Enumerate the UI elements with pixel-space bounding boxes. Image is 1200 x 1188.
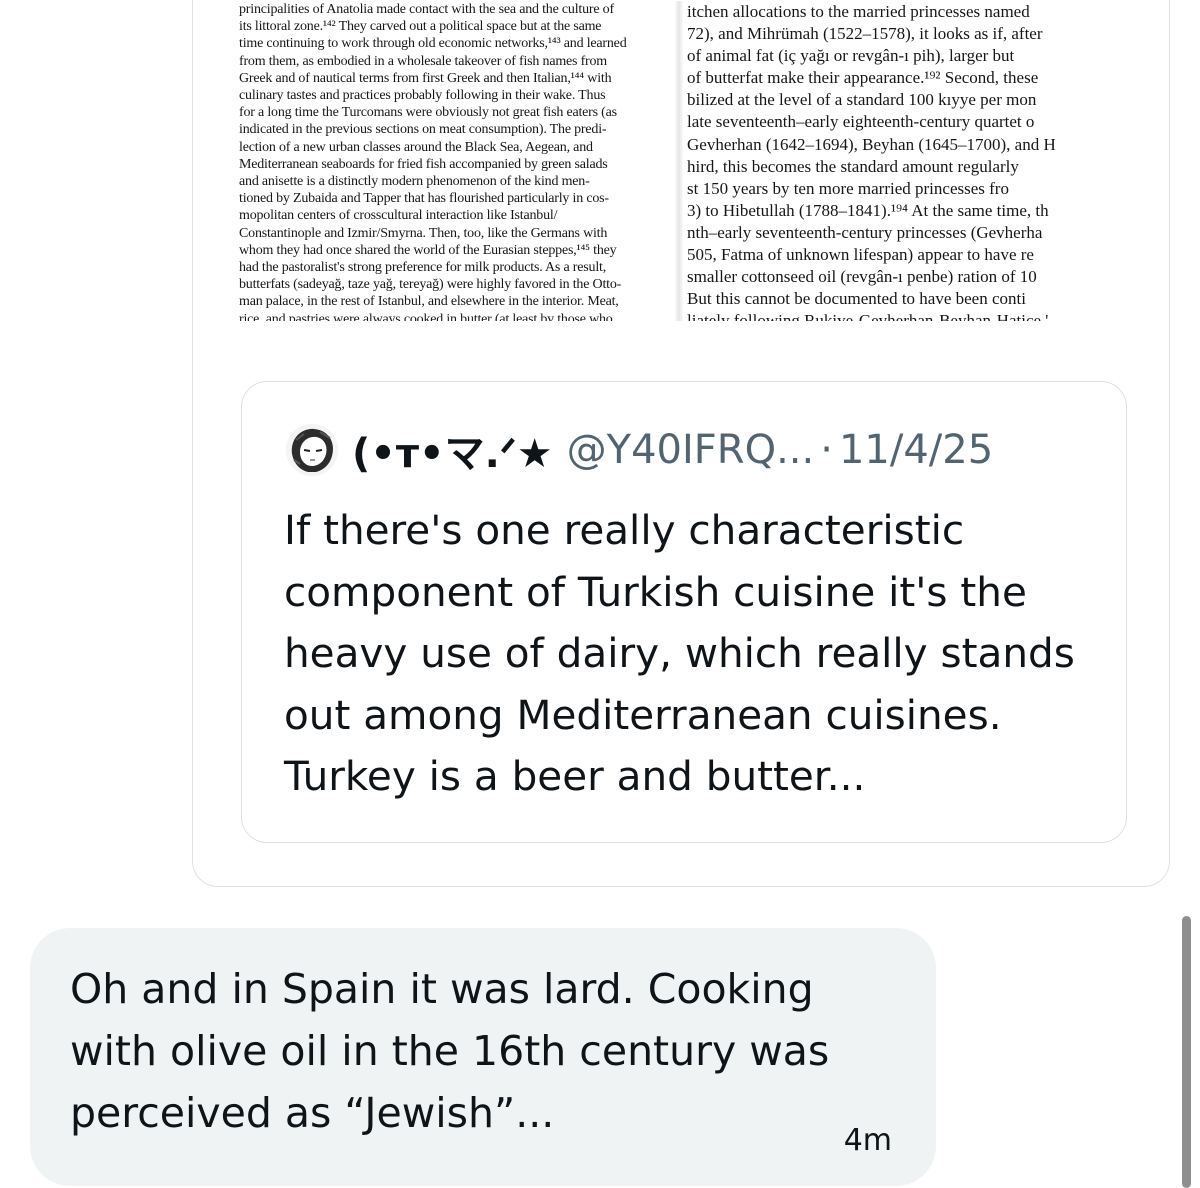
book-text-line: nth–early seventeenth-century princesses… (687, 222, 1043, 242)
quoted-tweet-text: If there's one really characteristic com… (284, 506, 1075, 800)
book-text-line: tioned by Zubaida and Tapper that has fl… (239, 191, 609, 207)
book-text-line: and anisette is a distinctly modern phen… (239, 174, 590, 190)
header-separator: · (820, 427, 833, 473)
book-text-line: 505, Fatma of unknown lifespan) appear t… (687, 245, 1034, 265)
book-text-line: Gevherhan (1642–1694), Beyhan (1645–1700… (687, 134, 1056, 154)
book-gutter (675, 1, 683, 321)
book-text-line: 72), and Mihrümah (1522–1578), it looks … (687, 24, 1043, 44)
book-text-line: Constantinople and Izmir/Smyrna. Then, t… (239, 225, 608, 241)
book-left-column: principalities of Anatolia made contact … (239, 1, 669, 321)
book-text-line: itchen allocations to the married prince… (687, 2, 1030, 21)
message-text: Oh and in Spain it was lard. Cooking wit… (70, 965, 830, 1137)
book-text-line: st 150 years by ten more married princes… (687, 178, 1009, 198)
book-text-line: principalities of Anatolia made contact … (239, 2, 614, 17)
quoted-tweet-card[interactable]: (•ᴛ•マ.ᐟ★ @Y40IFRQ... · 11/4/25 If there'… (241, 381, 1127, 843)
message-bubble[interactable]: Oh and in Spain it was lard. Cooking wit… (30, 928, 936, 1186)
message-timestamp: 4m (843, 1123, 892, 1158)
book-text-line: But this cannot be documented to have be… (687, 289, 1026, 309)
book-text-line: hird, this becomes the standard amount r… (687, 156, 1019, 176)
book-text-line: time continuing to work through old econ… (239, 36, 627, 52)
book-text-line: Greek and of nautical terms from first G… (239, 70, 612, 86)
book-text-line: culinary tastes and practices probably f… (239, 88, 606, 104)
shared-post-card[interactable]: principalities of Anatolia made contact … (192, 0, 1170, 887)
book-text-line: whom they had once shared the world of t… (239, 242, 617, 258)
book-text-line: lection of a new urban classes around th… (239, 139, 593, 155)
book-right-column: itchen allocations to the married prince… (687, 1, 1129, 321)
book-text-line: liately following Rukiye-Gevherhan-Beyha… (687, 311, 1049, 321)
book-text-line: late seventeenth–early eighteenth-centur… (687, 112, 1035, 132)
book-text-line: for a long time the Turcomans were obvio… (239, 105, 617, 121)
quoted-display-name[interactable]: (•ᴛ•マ.ᐟ★ (352, 421, 553, 479)
book-text-line: smaller cottonseed oil (revgân-ı penbe) … (687, 267, 1037, 287)
book-text-line: from them, as embodied in a wholesale ta… (239, 53, 607, 69)
avatar[interactable] (286, 424, 338, 476)
scrollbar[interactable] (1182, 916, 1191, 1188)
book-text-line: of butterfat make their appearance.¹⁹² S… (687, 68, 1039, 88)
book-text-line: its littoral zone.¹⁴² They carved out a … (239, 19, 602, 35)
book-text-line: indicated in the previous sections on me… (239, 122, 607, 138)
book-text-line: of animal fat (iç yağı or revgân-ı pih),… (687, 46, 1015, 66)
quoted-tweet-header: (•ᴛ•マ.ᐟ★ @Y40IFRQ... · 11/4/25 (286, 420, 993, 480)
book-text-line: mopolitan centers of crosscultural inter… (239, 208, 558, 224)
quoted-date[interactable]: 11/4/25 (839, 427, 993, 473)
book-text-line: bilized at the level of a standard 100 k… (687, 90, 1037, 110)
book-text-line: Mediterranean seaboards for fried fish a… (239, 156, 608, 172)
book-text-line: 3) to Hibetullah (1788–1841).¹⁹⁴ At the … (687, 200, 1049, 220)
book-text-line: butterfats (sadeyağ, taze yağ, tereyağ) … (239, 277, 622, 293)
quoted-handle[interactable]: @Y40IFRQ... (567, 427, 815, 473)
avatar-illustration-icon (286, 424, 338, 476)
book-text-line: had the pastoralist's strong preference … (239, 260, 606, 276)
book-page-image: principalities of Anatolia made contact … (233, 1, 1129, 321)
book-text-line: rice, and pastries were always cooked in… (239, 311, 613, 321)
book-text-line: man palace, in the rest of Istanbul, and… (239, 294, 619, 310)
